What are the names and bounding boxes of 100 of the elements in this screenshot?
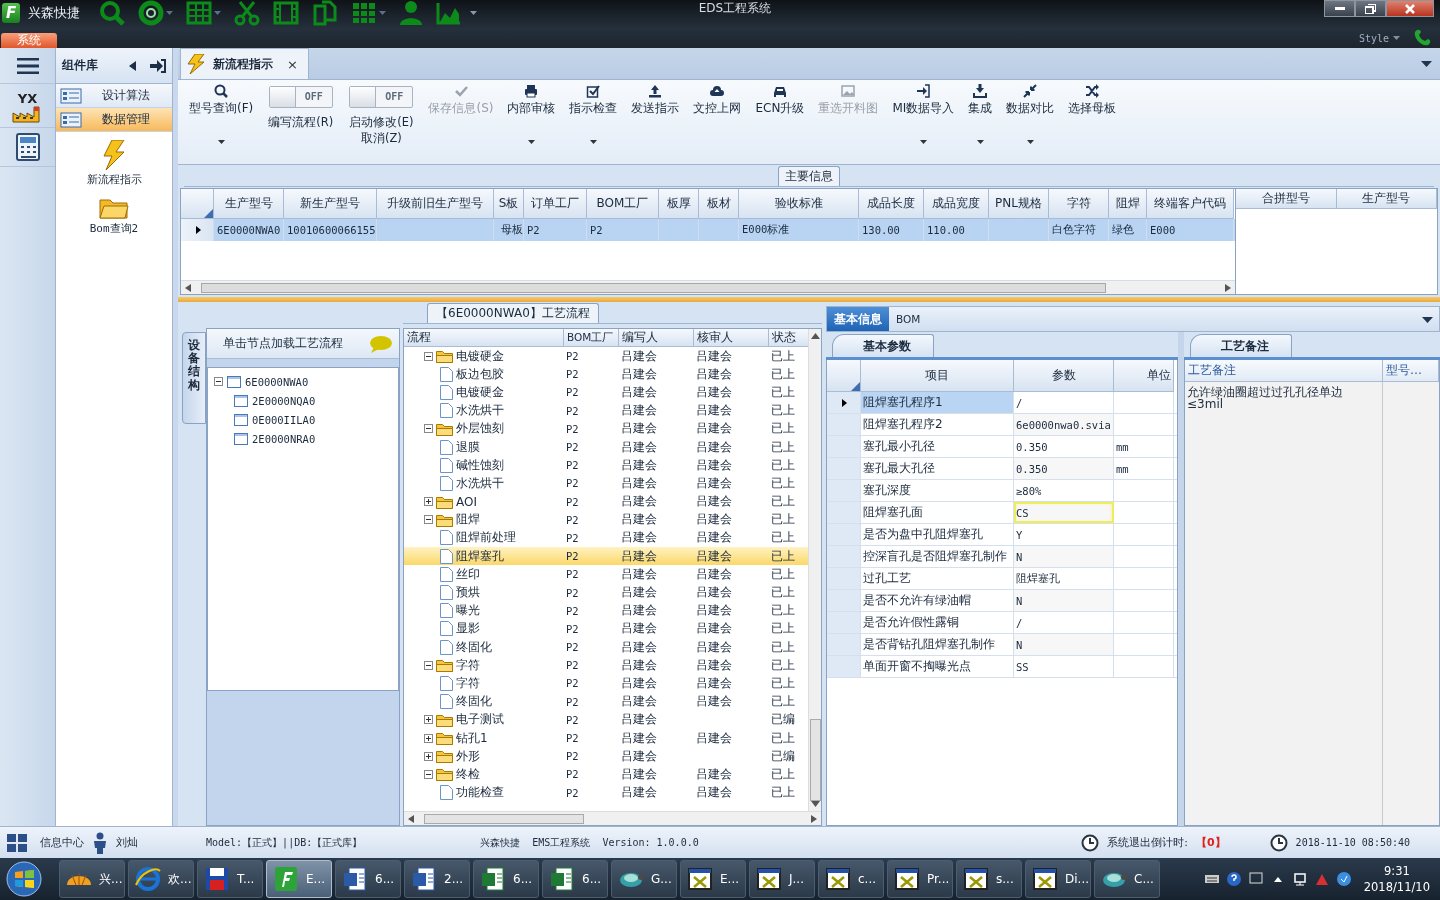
flow-row[interactable]: 阻焊塞孔 P2 吕建会 吕建会 已上 (404, 547, 808, 566)
ribbon-button[interactable]: MI数据导入 (885, 84, 962, 162)
flow-row[interactable]: 外层蚀刻 P2 吕建会 吕建会 已上 (404, 419, 808, 438)
column-header[interactable]: 参数 (1014, 360, 1114, 392)
column-header[interactable]: BOM工厂 (587, 189, 659, 219)
taskbar-button[interactable]: s... (956, 860, 1022, 898)
flow-row[interactable]: 电镀硬金 P2 吕建会 吕建会 已上 (404, 347, 808, 366)
flow-row[interactable]: 终固化 P2 吕建会 吕建会 已上 (404, 692, 808, 711)
value-cell[interactable]: SS (1014, 656, 1114, 677)
flow-row[interactable]: 显影 P2 吕建会 吕建会 已上 (404, 619, 808, 638)
panel-tab[interactable]: 工艺备注 (1190, 334, 1292, 357)
column-header[interactable]: 终端客户代码 (1147, 189, 1234, 219)
value-cell[interactable]: 阻焊塞孔 (1014, 568, 1114, 589)
column-header[interactable]: 升级前旧生产型号 (377, 189, 494, 219)
tree-node[interactable]: 6E0000NWA0 (245, 375, 309, 388)
column-header[interactable]: 项目 (861, 360, 1014, 392)
taskbar-button[interactable]: E... (266, 860, 332, 898)
flow-row[interactable]: 碱性蚀刻 P2 吕建会 吕建会 已上 (404, 456, 808, 475)
flow-row[interactable]: 曝光 P2 吕建会 吕建会 已上 (404, 601, 808, 620)
tree-node[interactable]: 2E0000NRA0 (252, 432, 316, 445)
column-header[interactable]: 板厚 (659, 189, 699, 219)
tree-node[interactable]: 0E000IILA0 (252, 413, 316, 426)
value-cell[interactable]: N (1014, 590, 1114, 611)
style-dropdown[interactable]: Style (1358, 32, 1400, 44)
ribbon-button[interactable]: 数据对比 (999, 84, 1062, 162)
info-center-link[interactable]: 信息中心 (40, 835, 84, 850)
tree-view[interactable]: 6E0000NWA0 2E0000NQA0 0E000IILA0 2E0000NRA0 (207, 367, 399, 691)
flow-row[interactable]: 外形 P2 吕建会 已编 (404, 747, 808, 766)
column-header[interactable]: S板 (494, 189, 524, 219)
column-header[interactable]: 生产型号 (214, 189, 284, 219)
detail-tab[interactable]: 基本信息 (827, 307, 889, 331)
flow-row[interactable]: 钻孔1 P2 吕建会 吕建会 已上 (404, 728, 808, 748)
flow-row[interactable]: 预烘 P2 吕建会 吕建会 已上 (404, 583, 808, 602)
flow-row[interactable]: 字符 P2 吕建会 吕建会 已上 (404, 674, 808, 693)
taskbar-button[interactable]: Di... (1025, 860, 1091, 898)
flow-row[interactable]: 退膜 P2 吕建会 吕建会 已上 (404, 437, 808, 457)
value-cell[interactable]: ≥80% (1014, 480, 1114, 501)
taskbar-button[interactable]: 欢... (128, 860, 194, 898)
ribbon-button[interactable]: 选择母板 (1061, 84, 1124, 162)
document-tab[interactable]: 新流程指示 × (180, 48, 309, 79)
shortcut-item[interactable]: 新流程指示 (56, 132, 172, 187)
flow-row[interactable]: 终固化 P2 吕建会 吕建会 已上 (404, 638, 808, 657)
ribbon-button[interactable]: 指示检查 (562, 84, 625, 162)
flow-row[interactable]: 电子测试 P2 吕建会 已编 (404, 710, 808, 729)
toggle-switch[interactable]: OFF (268, 86, 333, 108)
flow-row[interactable]: 水洗烘干 P2 吕建会 吕建会 已上 (404, 401, 808, 420)
value-cell[interactable]: Y (1014, 524, 1114, 545)
column-header[interactable]: 状态 (769, 329, 808, 347)
flow-row[interactable]: 终检 P2 吕建会 吕建会 已上 (404, 765, 808, 784)
column-header[interactable]: 成品长度 (859, 189, 924, 219)
ribbon-button[interactable]: ECN升级 (748, 84, 812, 162)
column-header[interactable]: 订单工厂 (524, 189, 587, 219)
flow-row[interactable]: 功能检查 P2 吕建会 吕建会 已上 (404, 783, 808, 802)
flow-row[interactable]: 电镀硬金 P2 吕建会 吕建会 已上 (404, 383, 808, 402)
column-header[interactable]: 阻焊 (1109, 189, 1147, 219)
toggle-switch[interactable]: OFF (349, 86, 414, 108)
value-cell[interactable]: / (1014, 612, 1114, 633)
value-cell[interactable]: N (1014, 546, 1114, 567)
column-header[interactable]: 编写人 (619, 329, 694, 347)
tree-node[interactable]: 2E0000NQA0 (252, 394, 316, 407)
flow-row[interactable]: 字符 P2 吕建会 吕建会 已上 (404, 656, 808, 675)
flow-row[interactable]: 阻焊前处理 P2 吕建会 吕建会 已上 (404, 528, 808, 548)
taskbar-button[interactable]: 6... (542, 860, 608, 898)
taskbar-button[interactable]: G... (611, 860, 677, 898)
column-header[interactable]: 字符 (1049, 189, 1109, 219)
value-cell[interactable]: 0.350 (1014, 436, 1114, 457)
ribbon-button[interactable]: 集成 (961, 84, 1000, 162)
ribbon-button[interactable]: 发送指示 (624, 84, 687, 162)
column-header[interactable]: 流程 (404, 329, 564, 347)
value-cell[interactable]: CS (1014, 502, 1114, 523)
value-cell[interactable]: / (1014, 392, 1114, 413)
factory-module-button[interactable]: YX (11, 84, 44, 127)
column-header[interactable]: 工艺备注 (1185, 360, 1383, 382)
taskbar-button[interactable]: c... (818, 860, 884, 898)
column-header[interactable]: BOM工厂 (564, 329, 619, 347)
flow-row[interactable]: AOI P2 吕建会 吕建会 已上 (404, 492, 808, 511)
side-tab[interactable]: 设备结构 (182, 332, 206, 424)
taskbar-button[interactable]: C... (1094, 860, 1160, 898)
flow-row[interactable]: 阻焊 P2 吕建会 吕建会 已上 (404, 510, 808, 529)
column-header[interactable]: PNL规格 (989, 189, 1049, 219)
flow-row[interactable]: 板边包胶 P2 吕建会 吕建会 已上 (404, 365, 808, 384)
column-header[interactable]: 板材 (699, 189, 739, 219)
taskbar-button[interactable]: Pr... (887, 860, 953, 898)
taskbar-button[interactable]: 6... (335, 860, 401, 898)
panel-tab[interactable]: 基本参数 (832, 334, 934, 357)
nav-item[interactable]: 设计算法 (56, 84, 172, 108)
ribbon-button[interactable]: 内部审核 (500, 84, 563, 162)
column-header[interactable]: 成品宽度 (924, 189, 989, 219)
taskbar-button[interactable]: J... (749, 860, 815, 898)
column-header[interactable]: 验收标准 (739, 189, 859, 219)
close-tab-button[interactable]: × (287, 56, 298, 72)
taskbar-button[interactable]: 6... (473, 860, 539, 898)
flow-row[interactable]: 水洗烘干 P2 吕建会 吕建会 已上 (404, 474, 808, 493)
value-cell[interactable]: 0.350 (1014, 458, 1114, 479)
taskbar-button[interactable]: 2... (404, 860, 470, 898)
column-header[interactable]: 单位 (1114, 360, 1174, 392)
column-header[interactable]: 型号… (1383, 360, 1439, 382)
detail-tab[interactable]: BOM (889, 307, 928, 331)
clock[interactable]: 9:31 2018/11/10 (1363, 863, 1430, 895)
column-header[interactable]: 新生产型号 (284, 189, 377, 219)
